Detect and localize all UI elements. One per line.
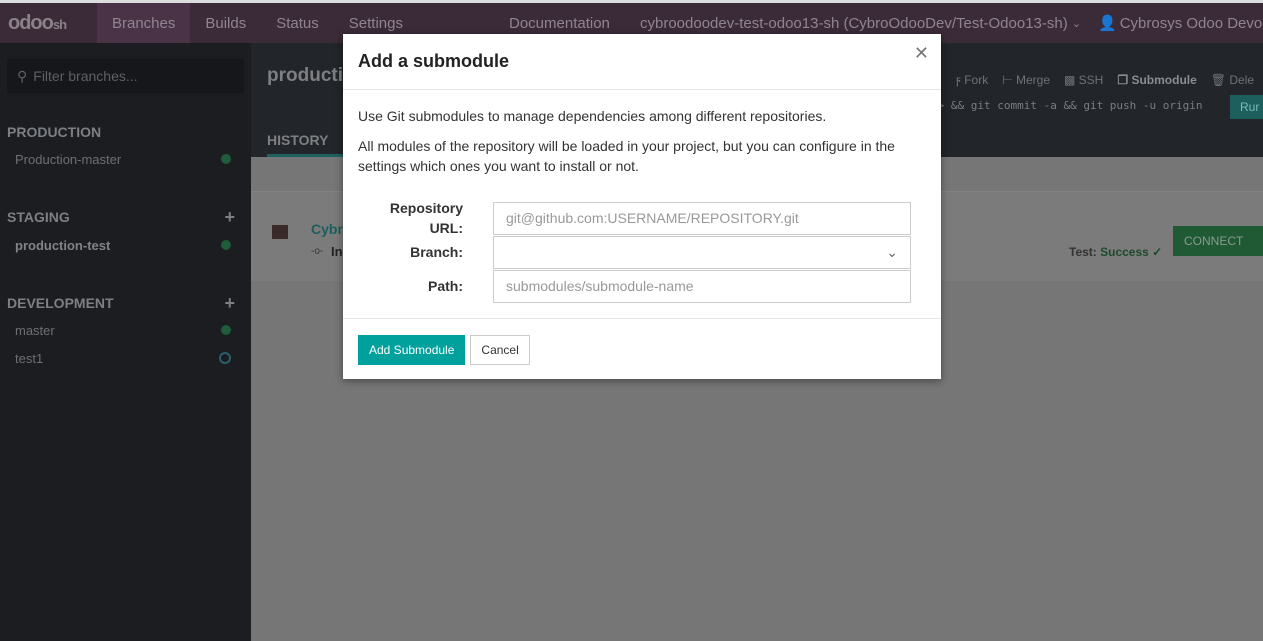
commit-icon: -o- bbox=[311, 246, 324, 257]
dialog-title: Add a submodule bbox=[343, 34, 941, 90]
submodule-button[interactable]: ❐ Submodule bbox=[1117, 73, 1196, 87]
chevron-down-icon: ⌄ bbox=[1071, 17, 1081, 30]
filter-placeholder: Filter branches... bbox=[33, 68, 138, 84]
add-submodule-button[interactable]: Add Submodule bbox=[358, 335, 466, 365]
section-title: STAGING bbox=[7, 209, 70, 225]
branch-label: master bbox=[15, 322, 55, 338]
repo-url-label: Repository URL: bbox=[389, 200, 463, 236]
cybrosys-logo bbox=[272, 225, 288, 239]
tab-history[interactable]: HISTORY bbox=[267, 132, 343, 157]
branch-title: productio bbox=[267, 65, 355, 86]
check-icon: ✓ bbox=[1148, 245, 1163, 259]
test-label: Test: bbox=[1069, 245, 1097, 259]
user-name: Cybrosys Odoo Devops bbox=[1119, 14, 1263, 32]
command-text: H> && git commit -a && git push -u origi… bbox=[931, 99, 1203, 112]
nav-status[interactable]: Status bbox=[261, 3, 334, 43]
test-status: Test: Success ✓ bbox=[1069, 245, 1162, 259]
branch-label: Production-master bbox=[15, 151, 122, 167]
repo-url-row: Repository URL: git@github.com:USERNAME/R… bbox=[358, 200, 926, 236]
section-staging: STAGING + bbox=[0, 207, 251, 227]
status-success-icon bbox=[221, 240, 231, 250]
odoo-sh-logo[interactable]: odoosh bbox=[0, 12, 97, 35]
branch-label: Branch: bbox=[410, 244, 463, 260]
ssh-button[interactable]: ▩ SSH bbox=[1064, 73, 1103, 87]
connect-label: CONNECT bbox=[1184, 234, 1244, 248]
project-name: cybroodoodev-test-odoo13-sh (CybroOdooDe… bbox=[640, 14, 1068, 32]
path-input[interactable]: submodules/submodule-name bbox=[493, 269, 911, 303]
connect-button[interactable]: CONNECT bbox=[1173, 226, 1263, 256]
commit-line: In bbox=[331, 244, 343, 259]
search-icon: ⚲ bbox=[17, 67, 28, 84]
submodule-label: Submodule bbox=[1131, 73, 1197, 87]
logo-text: odoo bbox=[8, 11, 54, 34]
repo-url-placeholder: git@github.com:USERNAME/REPOSITORY.git bbox=[506, 210, 799, 226]
ssh-label: SSH bbox=[1078, 73, 1104, 87]
commit-title[interactable]: Cybr bbox=[311, 221, 343, 237]
branch-label: test1 bbox=[15, 350, 44, 366]
section-title: PRODUCTION bbox=[7, 124, 102, 140]
fork-button[interactable]: ϝ Fork bbox=[956, 73, 988, 87]
cancel-button[interactable]: Cancel bbox=[470, 335, 530, 365]
logo-suffix: sh bbox=[52, 16, 67, 32]
branch-label: production-test bbox=[15, 237, 111, 253]
section-production: PRODUCTION bbox=[0, 122, 251, 142]
close-icon[interactable]: ✕ bbox=[914, 43, 929, 64]
dialog-footer: Add Submodule Cancel bbox=[343, 318, 941, 379]
add-icon[interactable]: + bbox=[224, 207, 235, 228]
filter-branches-input[interactable]: ⚲ Filter branches... bbox=[7, 59, 244, 93]
dialog-body: Use Git submodules to manage dependencie… bbox=[343, 90, 941, 303]
branch-item[interactable]: production-test bbox=[0, 235, 251, 255]
path-label: Path: bbox=[428, 278, 463, 294]
run-button[interactable]: Rur bbox=[1230, 95, 1263, 119]
branch-row: Branch: ⌄ bbox=[358, 235, 926, 269]
dialog-intro: Use Git submodules to manage dependencie… bbox=[358, 108, 827, 124]
status-building-icon bbox=[219, 352, 231, 364]
nav-branches[interactable]: Branches bbox=[97, 3, 191, 43]
sidebar: ⚲ Filter branches... PRODUCTION Productio… bbox=[0, 43, 251, 641]
delete-button[interactable]: 🗑 Dele bbox=[1211, 73, 1254, 87]
branch-item[interactable]: master bbox=[0, 320, 251, 340]
status-success-icon bbox=[221, 325, 231, 335]
add-submodule-dialog: Add a submodule ✕ Use Git submodules to … bbox=[343, 34, 941, 379]
branch-item[interactable]: Production-master bbox=[0, 149, 251, 169]
branch-item[interactable]: test1 bbox=[0, 348, 251, 368]
nav-builds[interactable]: Builds bbox=[190, 3, 261, 43]
test-status-value: Success bbox=[1100, 245, 1149, 259]
chevron-down-icon: ⌄ bbox=[886, 244, 898, 260]
merge-label: Merge bbox=[1015, 73, 1050, 87]
merge-button[interactable]: ⊢ Merge bbox=[1002, 73, 1050, 87]
path-row: Path: submodules/submodule-name bbox=[358, 269, 926, 303]
fork-label: Fork bbox=[964, 73, 989, 87]
dialog-info: All modules of the repository will be lo… bbox=[358, 138, 895, 174]
section-title: DEVELOPMENT bbox=[7, 295, 114, 311]
branch-actions: ϝ Fork ⊢ Merge ▩ SSH ❐ Submodule 🗑 Dele bbox=[956, 73, 1254, 87]
user-icon: 👤 bbox=[1098, 15, 1117, 32]
delete-label: Dele bbox=[1229, 73, 1255, 87]
user-menu[interactable]: 👤 Cybrosys Odoo Devops bbox=[1098, 3, 1263, 43]
repo-url-input[interactable]: git@github.com:USERNAME/REPOSITORY.git bbox=[493, 201, 911, 235]
branch-select[interactable]: ⌄ bbox=[493, 235, 911, 269]
section-development: DEVELOPMENT + bbox=[0, 293, 251, 313]
path-placeholder: submodules/submodule-name bbox=[506, 278, 694, 294]
status-success-icon bbox=[221, 154, 231, 164]
add-icon[interactable]: + bbox=[224, 293, 235, 314]
